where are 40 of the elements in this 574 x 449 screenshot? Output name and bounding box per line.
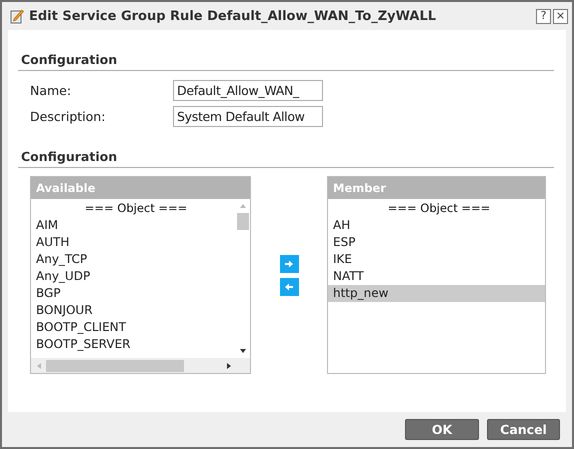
list-header: Available — [31, 177, 250, 199]
list-item[interactable]: NATT — [328, 268, 545, 285]
field-label: Name: — [30, 82, 72, 98]
scroll-up-icon[interactable] — [239, 203, 247, 209]
horizontal-scrollbar[interactable] — [31, 358, 250, 373]
group-label: === Object === — [386, 200, 492, 217]
field-label: Description: — [30, 108, 106, 124]
list-item[interactable]: BOOTP_SERVER — [31, 336, 236, 353]
section-heading: Configuration — [18, 149, 554, 168]
list-item[interactable]: IKE — [328, 251, 545, 268]
remove-arrow-button[interactable] — [280, 278, 298, 296]
list-item[interactable]: AUTH — [31, 234, 236, 251]
scroll-down-icon[interactable] — [239, 348, 247, 354]
group-label: === Object === — [84, 200, 188, 217]
help-button[interactable]: ? — [536, 8, 551, 24]
right-arrow-icon — [284, 260, 294, 268]
text-field[interactable]: Default_Allow_WAN_ — [173, 80, 323, 100]
scroll-thumb[interactable] — [46, 360, 184, 372]
left-arrow-icon — [284, 283, 294, 291]
section-heading: Configuration — [18, 52, 554, 71]
list-item[interactable]: Any_TCP — [31, 251, 236, 268]
pencil-note-icon — [10, 8, 24, 24]
close-button[interactable]: × — [553, 8, 568, 24]
text-field[interactable]: System Default Allow — [173, 106, 323, 126]
ok-button[interactable]: OK — [405, 419, 479, 440]
list-item[interactable]: ESP — [328, 234, 545, 251]
add-arrow-button[interactable] — [280, 255, 298, 273]
list-item[interactable]: AIM — [31, 217, 236, 234]
list-item[interactable]: BGP — [31, 285, 236, 302]
scroll-right-icon[interactable] — [226, 362, 232, 370]
list-header: Member — [328, 177, 545, 199]
cancel-button[interactable]: Cancel — [487, 419, 560, 440]
list-item[interactable]: Any_UDP — [31, 268, 236, 285]
list-item[interactable]: BONJOUR — [31, 302, 236, 319]
scroll-thumb[interactable] — [237, 213, 249, 230]
scroll-left-icon[interactable] — [36, 362, 42, 370]
window-title: Edit Service Group Rule Default_Allow_WAN_To_ZyWALL — [29, 8, 438, 24]
list-item[interactable]: AH — [328, 217, 545, 234]
list-item[interactable]: BOOTP_CLIENT — [31, 319, 236, 336]
list-item[interactable]: http_new — [328, 285, 545, 302]
